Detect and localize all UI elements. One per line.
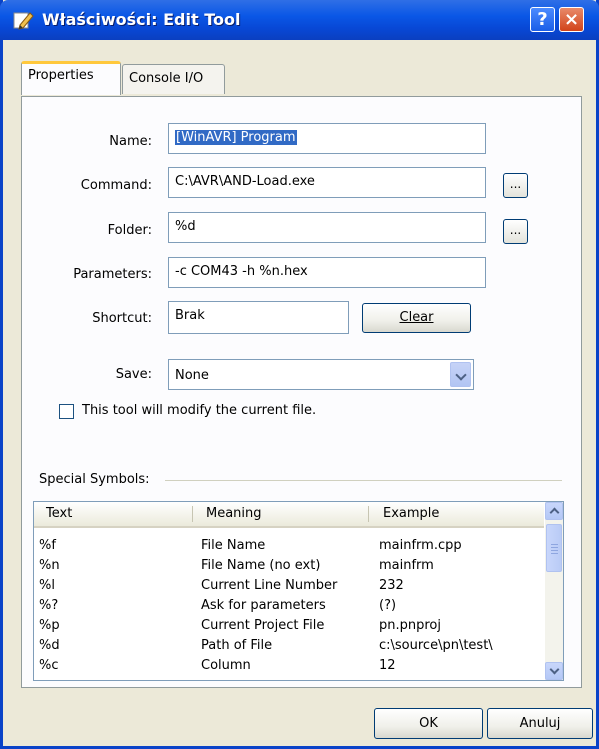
save-label: Save: xyxy=(115,367,152,382)
cancel-button[interactable]: Anuluj xyxy=(487,708,593,739)
cell-example: c:\source\pn\test\ xyxy=(379,638,493,653)
column-header-example[interactable]: Example xyxy=(383,506,439,521)
chevron-down-icon[interactable] xyxy=(450,362,471,387)
special-symbols-list[interactable]: Text Meaning Example %f File Name mainfr… xyxy=(33,501,564,681)
modify-file-checkbox-label: This tool will modify the current file. xyxy=(82,403,317,418)
folder-label: Folder: xyxy=(107,223,152,238)
command-browse-button[interactable]: ... xyxy=(503,173,528,198)
cell-meaning: Current Line Number xyxy=(201,578,338,593)
scroll-up-icon[interactable] xyxy=(545,502,563,520)
column-header-text[interactable]: Text xyxy=(46,506,72,521)
cell-example: (?) xyxy=(379,598,397,613)
cell-meaning: File Name (no ext) xyxy=(201,558,321,573)
parameters-label: Parameters: xyxy=(73,267,152,282)
cell-example: mainfrm xyxy=(379,558,434,573)
cell-text: %f xyxy=(39,538,56,553)
cell-example: mainfrm.cpp xyxy=(379,538,462,553)
clear-button[interactable]: Clear xyxy=(362,303,471,333)
cell-example: 12 xyxy=(379,658,396,673)
column-header-meaning[interactable]: Meaning xyxy=(206,506,262,521)
tab-properties[interactable]: Properties xyxy=(21,61,121,95)
cell-meaning: Column xyxy=(201,658,251,673)
list-item[interactable]: %l Current Line Number 232 xyxy=(34,576,544,596)
cell-meaning: Current Project File xyxy=(201,618,325,633)
name-label: Name: xyxy=(109,134,152,149)
scroll-down-icon[interactable] xyxy=(545,662,563,680)
cell-meaning: Ask for parameters xyxy=(201,598,326,613)
modify-file-checkbox[interactable] xyxy=(59,404,74,419)
cell-text: %n xyxy=(39,558,60,573)
list-item[interactable]: %p Current Project File pn.pnproj xyxy=(34,616,544,636)
name-field-value: [WinAVR] Program xyxy=(175,130,297,145)
cell-example: pn.pnproj xyxy=(379,618,441,633)
close-icon[interactable]: × xyxy=(559,7,584,32)
folder-field[interactable]: %d xyxy=(168,212,486,243)
name-field[interactable]: [WinAVR] Program xyxy=(168,123,486,154)
edit-pencil-icon xyxy=(13,12,34,30)
command-field[interactable]: C:\AVR\AND-Load.exe xyxy=(168,167,486,198)
parameters-field[interactable]: -c COM43 -h %n.hex xyxy=(168,257,486,288)
folder-browse-button[interactable]: ... xyxy=(503,219,528,244)
list-item[interactable]: %f File Name mainfrm.cpp xyxy=(34,536,544,556)
list-item[interactable]: %c Column 12 xyxy=(34,656,544,676)
list-item[interactable]: %n File Name (no ext) mainfrm xyxy=(34,556,544,576)
cell-text: %p xyxy=(39,618,60,633)
window-title: Właściwości: Edit Tool xyxy=(42,10,241,29)
cell-meaning: File Name xyxy=(201,538,266,553)
save-select-value: None xyxy=(175,368,209,383)
cell-example: 232 xyxy=(379,578,404,593)
cell-text: %l xyxy=(39,578,55,593)
command-label: Command: xyxy=(80,178,152,193)
list-item[interactable]: %d Path of File c:\source\pn\test\ xyxy=(34,636,544,656)
title-bar[interactable]: Właściwości: Edit Tool ? × xyxy=(0,0,599,40)
clear-button-label: Clear xyxy=(399,310,434,325)
vertical-scrollbar[interactable] xyxy=(545,502,563,680)
grip-line xyxy=(551,553,558,554)
help-icon[interactable]: ? xyxy=(530,7,555,32)
column-divider[interactable] xyxy=(368,506,369,522)
ok-button[interactable]: OK xyxy=(374,708,483,739)
cell-text: %? xyxy=(39,598,59,613)
grip-line xyxy=(551,550,558,551)
grip-line xyxy=(551,544,558,545)
shortcut-field[interactable]: Brak xyxy=(168,301,349,334)
list-header: Text Meaning Example xyxy=(34,502,544,528)
cell-meaning: Path of File xyxy=(201,638,273,653)
column-divider[interactable] xyxy=(192,506,193,522)
special-symbols-label: Special Symbols: xyxy=(39,472,150,487)
cell-text: %d xyxy=(39,638,60,653)
shortcut-label: Shortcut: xyxy=(92,311,152,326)
dialog-window: Właściwości: Edit Tool ? × Properties Co… xyxy=(0,0,599,749)
group-divider xyxy=(165,480,562,481)
grip-line xyxy=(551,547,558,548)
list-item[interactable]: %? Ask for parameters (?) xyxy=(34,596,544,616)
scroll-thumb[interactable] xyxy=(546,524,562,572)
save-select[interactable]: None xyxy=(168,359,474,390)
tab-console-io[interactable]: Console I/O xyxy=(122,64,225,94)
cell-text: %c xyxy=(39,658,59,673)
